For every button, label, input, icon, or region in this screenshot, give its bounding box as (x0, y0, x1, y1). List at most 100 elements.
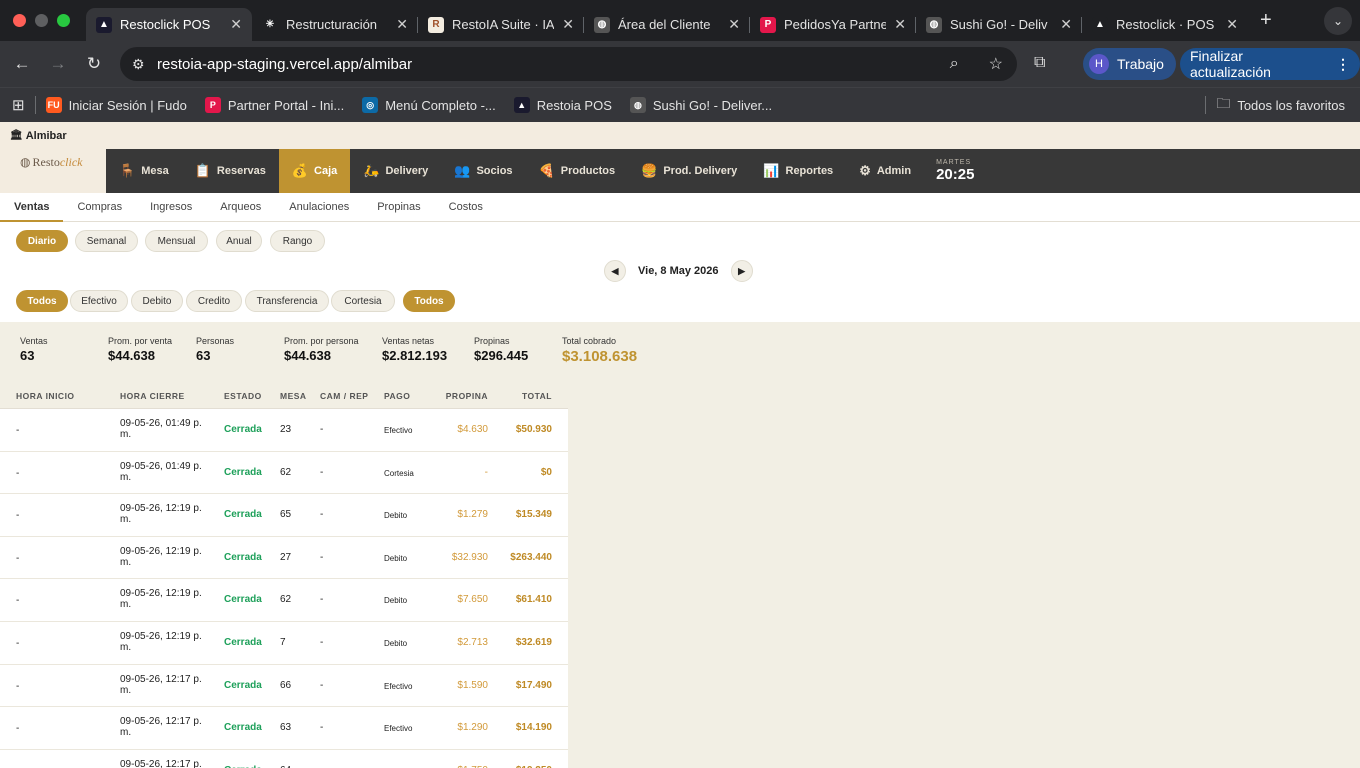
bookmark-item[interactable]: ◍ Sushi Go! - Deliver... (629, 97, 772, 113)
profile-button[interactable]: H Trabajo (1083, 48, 1176, 80)
nav-item-delivery[interactable]: 🛵 Delivery (350, 149, 441, 193)
subtab-arqueos[interactable]: Arqueos (206, 193, 275, 222)
extensions-puzzle-icon[interactable]: ⧉ (1034, 54, 1045, 72)
tab-close-icon[interactable]: ✕ (894, 16, 906, 33)
cell-propina: $1.290 (457, 722, 488, 734)
bookmarks-divider (1205, 96, 1207, 114)
folder-icon: 🗀 (1216, 95, 1231, 111)
cell-estado: Cerrada (224, 551, 262, 563)
cell-cierre: 09-05-26, 12:19 p. m. (120, 630, 202, 653)
restaurant-header: 🏛 Almibar (0, 122, 1360, 149)
address-bar[interactable]: ⚙ restoia-app-staging.vercel.app/almibar… (120, 47, 1017, 81)
stat-label: Total cobrado (562, 336, 617, 346)
bookmark-label: Iniciar Sesión | Fudo (68, 97, 187, 113)
tab-close-icon[interactable]: ✕ (562, 16, 574, 33)
subtab-compras[interactable]: Compras (63, 193, 136, 222)
restaurant-icon: 🏛 (10, 130, 23, 141)
subtab-ingresos[interactable]: Ingresos (136, 193, 206, 222)
cell-total: $15.349 (515, 509, 552, 521)
table-row[interactable]: - 09-05-26, 01:49 p. m. Cerrada 62 - Cortesia… (0, 451, 568, 495)
reload-icon[interactable]: ↻ (76, 54, 112, 74)
nav-item-admin[interactable]: ⚙ Admin (846, 149, 924, 193)
table-row[interactable]: - 09-05-26, 01:49 p. m. Cerrada 23 - Efectivo… (0, 409, 568, 452)
minimize-window-button[interactable] (35, 14, 48, 27)
nav-item-reservas[interactable]: 📋 Reservas (182, 149, 279, 193)
period-filter-anual[interactable]: Anual (216, 230, 262, 252)
period-filter-rango[interactable]: Rango (270, 230, 325, 252)
subtab-costos[interactable]: Costos (435, 193, 497, 222)
browser-tab[interactable]: ✳ Restructuración ✕ (252, 8, 418, 41)
table-row[interactable]: - 09-05-26, 12:17 p. m. Cerrada 63 - Efectivo… (0, 707, 568, 750)
new-tab-button[interactable]: + (1260, 9, 1272, 32)
nav-item-caja[interactable]: 💰 Caja (278, 149, 351, 193)
table-header: HORA INICIO HORA CIERRE ESTADO MESA CAM / RE… (0, 384, 568, 409)
tab-search-chevron-icon[interactable]: ⌄ (1324, 7, 1352, 35)
bookmark-item[interactable]: FU Iniciar Sesión | Fudo (45, 97, 187, 113)
bookmark-item[interactable]: P Partner Portal - Ini... (204, 97, 344, 113)
payment-filter-credito[interactable]: Credito (186, 290, 242, 312)
payment-filter-efectivo[interactable]: Efectivo (70, 290, 128, 312)
browser-tab[interactable]: ◍ Sushi Go! - Deliv ✕ (916, 8, 1082, 41)
nav-item-prod-delivery[interactable]: 🍔 Prod. Delivery (628, 149, 750, 193)
payment-filter-debito[interactable]: Debito (131, 290, 183, 312)
tab-close-icon[interactable]: ✕ (728, 16, 740, 33)
prev-day-icon[interactable]: ◀ (604, 260, 626, 282)
tab-close-icon[interactable]: ✕ (1060, 16, 1072, 33)
site-settings-icon[interactable]: ⚙ (132, 56, 152, 73)
subtab-anulaciones[interactable]: Anulaciones (275, 193, 363, 222)
payment-filter-transferencia[interactable]: Transferencia (245, 290, 329, 312)
period-filter-mensual[interactable]: Mensual (145, 230, 208, 252)
payment-filter-todos[interactable]: Todos (16, 290, 68, 312)
zoom-icon[interactable]: ⌕ (950, 55, 959, 73)
payment-filter-todos[interactable]: Todos (403, 290, 455, 312)
cell-propina: $4.630 (457, 424, 488, 435)
nav-item-socios[interactable]: 👥 Socios (441, 149, 525, 193)
bookmark-item[interactable]: ◎ Menú Completo -... (362, 97, 496, 113)
subtab-propinas[interactable]: Propinas (363, 193, 434, 222)
period-filter-diario[interactable]: Diario (16, 230, 68, 252)
browser-tab[interactable]: P PedidosYa Partne ✕ (750, 8, 916, 41)
nav-item-mesa[interactable]: 🪑 Mesa (106, 149, 182, 193)
browser-tab[interactable]: ▲ Restoclick · POS ✕ (1082, 8, 1248, 41)
maximize-window-button[interactable] (57, 14, 70, 27)
url-text[interactable]: restoia-app-staging.vercel.app/almibar (157, 56, 934, 73)
cell-pago: Debito (384, 511, 408, 521)
table-row[interactable]: - 09-05-26, 12:19 p. m. Cerrada 7 - Debito $2.… (0, 621, 568, 665)
table-row[interactable]: - 09-05-26, 12:17 p. m. Cerrada 66 - Efectivo… (0, 664, 568, 708)
tab-close-icon[interactable]: ✕ (396, 16, 408, 33)
bookmark-star-icon[interactable]: ☆ (989, 54, 1003, 74)
all-bookmarks-button[interactable]: 🗀 Todos los favoritos (1195, 93, 1345, 117)
tab-close-icon[interactable]: ✕ (230, 16, 242, 33)
menu-kebab-icon[interactable]: ⋮ (1336, 56, 1350, 73)
bookmark-item[interactable]: ▲ Restoia POS (513, 97, 612, 113)
restoclick-logo[interactable]: ◍ Resto click (0, 149, 106, 193)
bookmark-favicon-icon: FU (45, 97, 62, 113)
period-filter-semanal[interactable]: Semanal (75, 230, 138, 252)
apps-grid-icon[interactable]: ⊞ (12, 96, 25, 114)
table-row[interactable]: - 09-05-26, 12:19 p. m. Cerrada 62 - Debito $7… (0, 579, 568, 622)
tab-close-icon[interactable]: ✕ (1226, 16, 1238, 33)
tab-title: Sushi Go! - Deliv (950, 17, 1048, 32)
browser-tab[interactable]: ▲ Restoclick POS ✕ (86, 8, 252, 41)
finish-update-button[interactable]: Finalizar actualización ⋮ (1180, 48, 1360, 80)
table-row[interactable]: -09-05-26, 12:17 p. m.Cerrada64-Efectivo… (0, 749, 568, 768)
forward-arrow-icon[interactable]: → (40, 54, 76, 74)
payment-filter-cortesia[interactable]: Cortesia (331, 290, 395, 312)
cell-mesa: 65 (280, 509, 292, 521)
nav-item-productos[interactable]: 🍕 Productos (526, 149, 629, 193)
cell-cam: - (320, 509, 324, 521)
nav-item-reportes[interactable]: 📊 Reportes (750, 149, 846, 193)
close-window-button[interactable] (13, 14, 26, 27)
browser-tab[interactable]: R RestoIA Suite · IA ✕ (418, 8, 584, 41)
column-header: PAGO (384, 391, 411, 401)
next-day-icon[interactable]: ▶ (730, 260, 753, 282)
cell-total: $14.190 (515, 722, 552, 734)
browser-tab[interactable]: ◍ Área del Cliente ✕ (584, 8, 750, 41)
subtab-ventas[interactable]: Ventas (0, 193, 64, 222)
profile-avatar: H (1089, 54, 1109, 74)
table-row[interactable]: - 09-05-26, 12:19 p. m. Cerrada 27 - Debito $3… (0, 536, 568, 580)
tab-title: Restructuración (286, 17, 378, 32)
table-row[interactable]: - 09-05-26, 12:19 p. m. Cerrada 65 - Debito $1… (0, 494, 568, 537)
back-arrow-icon[interactable]: ← (4, 54, 40, 74)
cell-cierre: 09-05-26, 01:49 p. m. (120, 460, 202, 483)
